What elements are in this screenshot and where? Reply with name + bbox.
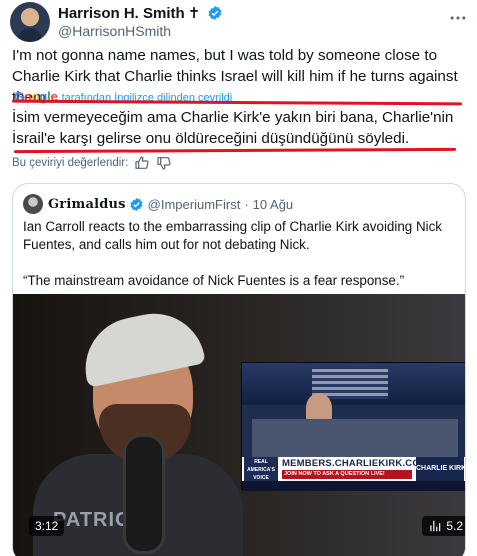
broadcast-network-logo: REAL AMERICA'S VOICE (244, 457, 278, 481)
quoted-paragraph-2: “The mainstream avoidance of Nick Fuente… (23, 273, 405, 288)
video-duration: 3:12 (29, 516, 65, 536)
translated-text: İsim vermeyeceğim ama Charlie Kirk'e yak… (12, 109, 454, 147)
views-icon (430, 520, 441, 532)
video-views: 5.2 (422, 516, 465, 536)
video-microphone (123, 434, 165, 554)
author-handle[interactable]: @HarrisonHSmith (58, 23, 171, 39)
video-player[interactable]: PATRIOT REAL AMERICA'S VOICE MEMBERS.CHA… (13, 294, 465, 556)
quoted-author-avatar[interactable] (23, 194, 43, 214)
quoted-tweet-date[interactable]: 10 Ağu (253, 197, 294, 212)
author-avatar[interactable] (10, 2, 50, 42)
verified-badge-icon (208, 6, 222, 20)
thumbs-up-icon[interactable] (134, 155, 150, 171)
inset-desk (252, 419, 458, 459)
broadcast-url: MEMBERS.CHARLIEKIRK.COM (282, 458, 429, 469)
broadcast-ticker (242, 481, 465, 491)
thumbs-down-icon[interactable] (156, 155, 172, 171)
rate-translation-label: Bu çeviriyi değerlendir: (12, 157, 129, 169)
quoted-paragraph-1: Ian Carroll reacts to the embarrassing c… (23, 219, 443, 252)
author-name-row[interactable]: Harrison H. Smith ✝ (58, 4, 223, 22)
author-name[interactable]: Harrison H. Smith (58, 5, 185, 22)
quoted-tweet-header: Grimaldus @ImperiumFirst · 10 Ağu (23, 194, 293, 214)
video-views-count: 5.2 (446, 519, 463, 533)
rate-translation-row: Bu çeviriyi değerlendir: (12, 155, 172, 171)
verified-badge-icon (130, 197, 143, 211)
quoted-tweet[interactable]: Grimaldus @ImperiumFirst · 10 Ağu Ian Ca… (12, 183, 466, 556)
author-name-suffix: ✝ (187, 5, 201, 22)
broadcast-subtitle: JOIN NOW TO ASK A QUESTION LIVE! (282, 470, 412, 479)
quoted-author-name[interactable]: Grimaldus (48, 197, 126, 212)
separator-dot: · (244, 196, 249, 212)
quoted-author-handle[interactable]: @ImperiumFirst (148, 197, 241, 212)
video-inset-broadcast: REAL AMERICA'S VOICE MEMBERS.CHARLIEKIRK… (241, 362, 465, 491)
more-options-icon[interactable] (448, 8, 468, 28)
tweet-header: Harrison H. Smith ✝ @HarrisonHSmith (10, 2, 470, 42)
broadcast-show-name: CHARLIE KIRK (416, 457, 465, 481)
broadcast-lower-third: REAL AMERICA'S VOICE MEMBERS.CHARLIEKIRK… (242, 457, 465, 481)
